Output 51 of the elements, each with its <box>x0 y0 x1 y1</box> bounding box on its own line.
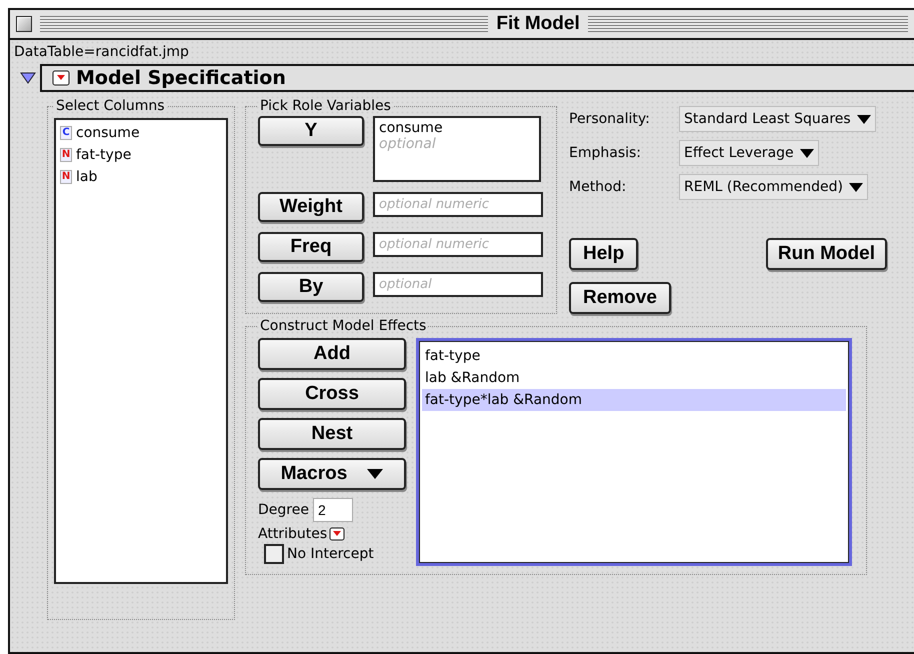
group-title: Construct Model Effects <box>259 318 428 334</box>
effect-item[interactable]: fat-type <box>422 345 846 367</box>
dropdown[interactable]: Standard Least Squares <box>679 106 876 132</box>
role-button[interactable]: Y <box>258 116 364 146</box>
popup-menu-icon[interactable] <box>329 527 346 541</box>
column-type-icon: N <box>60 148 72 162</box>
degree-field[interactable]: 2 <box>312 498 353 522</box>
degree-label: Degree <box>258 502 309 518</box>
setting-label: Personality: <box>569 111 651 127</box>
caret-icon <box>367 469 384 479</box>
role-button[interactable]: Weight <box>258 192 364 222</box>
section-title: Model Specification <box>76 67 286 89</box>
role-button[interactable]: Freq <box>258 232 364 262</box>
dropdown-arrow-icon <box>800 148 814 158</box>
dropdown[interactable]: REML (Recommended) <box>679 174 868 200</box>
close-box[interactable] <box>16 16 32 32</box>
checkbox[interactable] <box>264 544 284 564</box>
role-list[interactable]: consume optional <box>373 116 541 182</box>
checkbox-label: No Intercept <box>287 546 374 562</box>
attributes-label: Attributes <box>258 526 328 542</box>
dropdown-arrow-icon <box>856 114 871 124</box>
effect-button[interactable]: Nest <box>258 418 406 450</box>
action-button[interactable]: Run Model <box>766 238 887 270</box>
column-type-icon: N <box>60 170 72 184</box>
dropdown[interactable]: Effect Leverage <box>679 140 819 166</box>
data-table-label: DataTable=rancidfat.jmp <box>14 44 190 62</box>
popup-menu-icon[interactable] <box>52 70 70 86</box>
role-button[interactable]: By <box>258 272 364 302</box>
role-field[interactable]: optional <box>373 272 543 297</box>
column-name[interactable]: fat-type <box>76 147 132 163</box>
column-name[interactable]: consume <box>76 125 140 141</box>
dropdown-arrow-icon <box>848 182 863 192</box>
effect-item[interactable]: lab &Random <box>422 367 846 389</box>
group-title: Select Columns <box>55 98 166 114</box>
setting-label: Method: <box>569 179 628 195</box>
group-title: Pick Role Variables <box>259 98 392 114</box>
role-field[interactable]: optional numeric <box>373 232 543 257</box>
column-type-icon: C <box>60 126 72 140</box>
effect-button[interactable]: Add <box>258 338 406 370</box>
setting-label: Emphasis: <box>569 145 642 161</box>
column-name[interactable]: lab <box>76 169 98 185</box>
role-field[interactable]: optional numeric <box>373 192 543 217</box>
window-title: Fit Model <box>496 13 580 35</box>
role-value: consume <box>379 120 444 136</box>
effect-item[interactable]: fat-type*lab &Random <box>422 389 846 411</box>
effect-button[interactable]: Cross <box>258 378 406 410</box>
action-button[interactable]: Help <box>569 238 638 270</box>
placeholder-text: optional <box>379 136 437 152</box>
effect-button[interactable]: Macros <box>258 458 406 490</box>
action-button[interactable]: Remove <box>569 282 671 314</box>
disclosure-triangle-icon[interactable] <box>20 72 36 84</box>
